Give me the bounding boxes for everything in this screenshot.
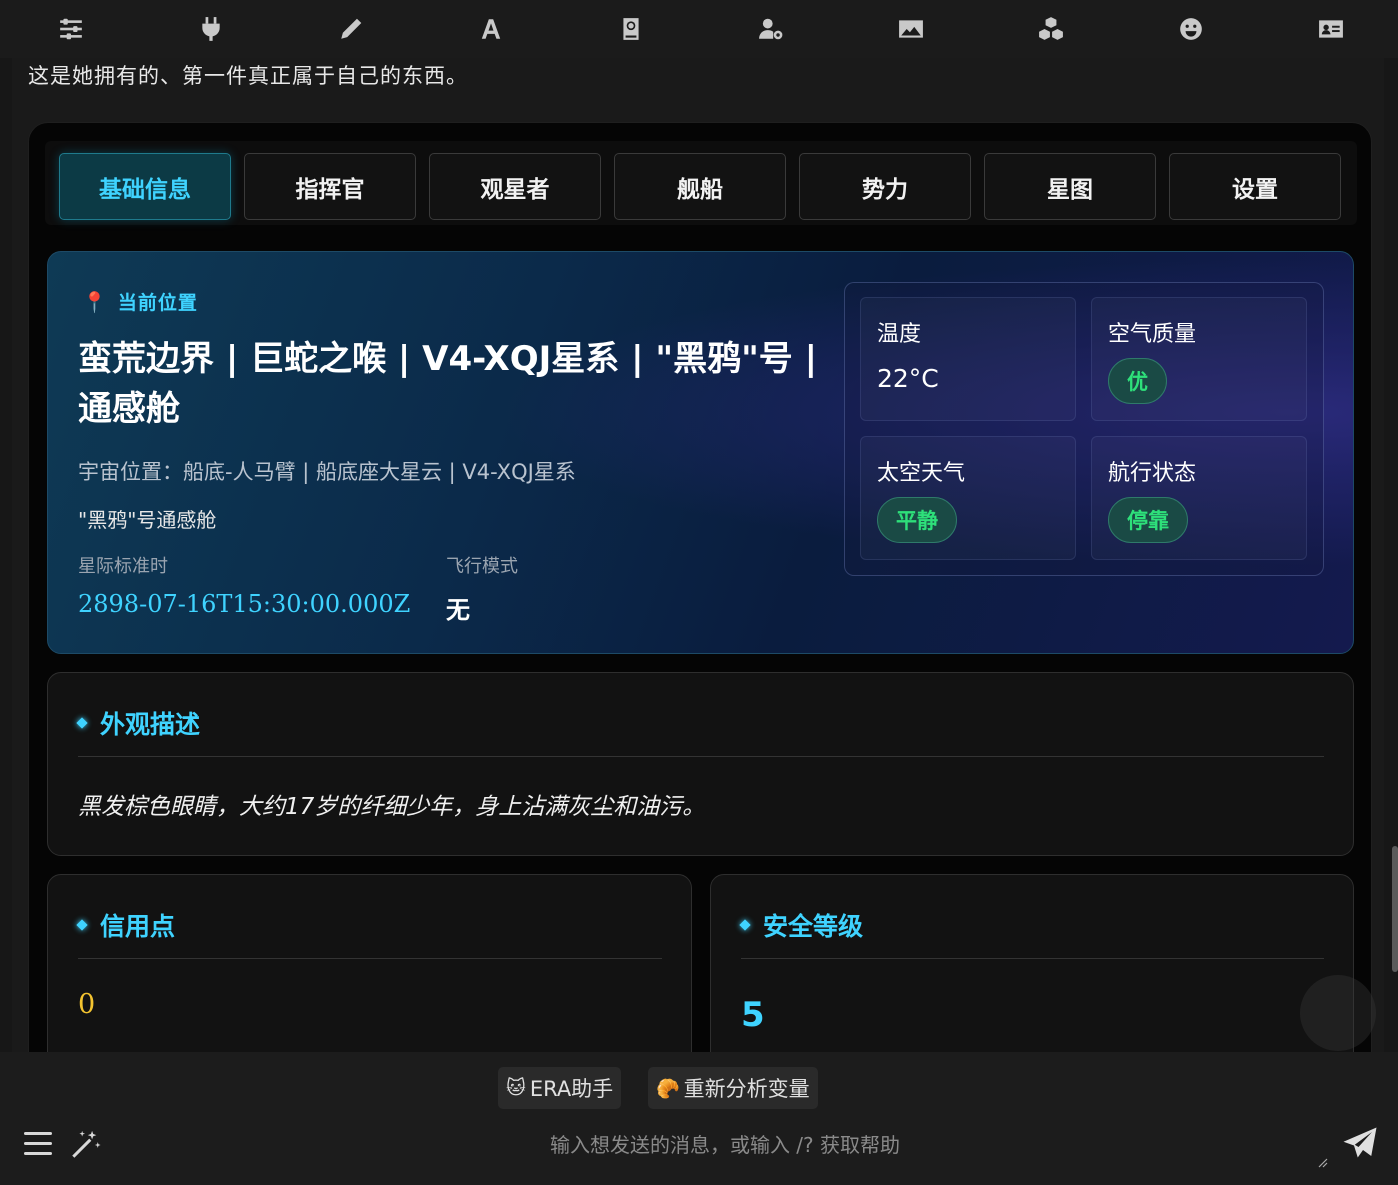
status-panel: 基础信息 指挥官 观星者 舰船 势力 星图 设置 📍 当前位置 蛮荒边界 | 巨… — [28, 122, 1372, 1052]
croissant-icon: 🥐 — [656, 1077, 680, 1100]
smile-icon[interactable] — [1176, 14, 1206, 44]
reanalyze-variables-button[interactable]: 🥐 重新分析变量 — [648, 1067, 818, 1109]
time-value: 2898-07-16T15:30:00.000Z — [78, 590, 411, 618]
tab-bar: 基础信息 指挥官 观星者 舰船 势力 星图 设置 — [45, 141, 1357, 225]
cubes-icon[interactable] — [1036, 14, 1066, 44]
cat-icon: 🐱 — [506, 1077, 526, 1099]
diamond-icon — [76, 717, 88, 729]
space-weather-label: 太空天气 — [877, 461, 966, 486]
space-weather-cell: 太空天气 平静 — [860, 436, 1076, 560]
diamond-icon — [739, 919, 751, 931]
appearance-text: 黑发棕色眼睛，大约17岁的纤细少年，身上沾满灰尘和油污。 — [78, 794, 706, 820]
image-icon[interactable] — [896, 14, 926, 44]
tab-commander[interactable]: 指挥官 — [244, 153, 416, 220]
environment-grid: 温度 22°C 空气质量 优 太空天气 平静 航行状态 停靠 — [844, 282, 1324, 576]
appearance-card: 外观描述 黑发棕色眼睛，大约17岁的纤细少年，身上沾满灰尘和油污。 — [47, 672, 1354, 856]
resize-handle-icon[interactable] — [1316, 1156, 1328, 1168]
id-card-icon[interactable] — [1316, 14, 1346, 44]
floating-button[interactable] — [1300, 975, 1376, 1051]
location-label-text: 当前位置 — [117, 292, 198, 314]
reanalyze-variables-label: 重新分析变量 — [683, 1077, 810, 1101]
safety-card: 安全等级 5 — [710, 874, 1354, 1052]
map-pin-icon: 📍 — [82, 289, 108, 314]
credits-card: 信用点 0 — [47, 874, 692, 1052]
menu-icon[interactable] — [24, 1132, 52, 1156]
credits-value: 0 — [78, 989, 96, 1020]
flight-mode-label: 飞行模式 — [446, 556, 518, 577]
appearance-header: 外观描述 — [76, 705, 201, 741]
safety-value: 5 — [741, 995, 765, 1035]
magic-wand-icon[interactable] — [68, 1128, 102, 1162]
message-text: 这是她拥有的、第一件真正属于自己的东西。 — [28, 64, 468, 88]
font-icon[interactable] — [476, 14, 506, 44]
tab-stargazer[interactable]: 观星者 — [429, 153, 601, 220]
nav-status-badge: 停靠 — [1108, 497, 1188, 543]
divider — [78, 756, 1324, 757]
era-assistant-label: ERA助手 — [529, 1077, 614, 1101]
space-weather-badge: 平静 — [877, 497, 957, 543]
send-icon[interactable] — [1342, 1126, 1378, 1162]
safety-title: 安全等级 — [763, 912, 864, 941]
location-label: 📍 当前位置 — [82, 288, 198, 315]
book-icon[interactable] — [616, 14, 646, 44]
flight-mode-value: 无 — [446, 596, 470, 624]
chat-area: 这是她拥有的、第一件真正属于自己的东西。 基础信息 指挥官 观星者 舰船 势力 … — [12, 58, 1384, 1052]
sliders-icon[interactable] — [56, 14, 86, 44]
air-quality-cell: 空气质量 优 — [1091, 297, 1307, 421]
tab-ship[interactable]: 舰船 — [614, 153, 786, 220]
air-quality-badge: 优 — [1108, 358, 1167, 404]
temperature-label: 温度 — [877, 322, 922, 347]
credits-title: 信用点 — [100, 912, 176, 941]
composer-bar: 🐱 ERA助手 🥐 重新分析变量 — [0, 1052, 1398, 1185]
location-title: 蛮荒边界 | 巨蛇之喉 | V4-XQJ星系 | "黑鸦"号 | 通感舱 — [78, 339, 818, 429]
nav-status-label: 航行状态 — [1108, 461, 1197, 486]
air-quality-label: 空气质量 — [1108, 322, 1197, 347]
location-card: 📍 当前位置 蛮荒边界 | 巨蛇之喉 | V4-XQJ星系 | "黑鸦"号 | … — [47, 251, 1354, 654]
time-label: 星际标准时 — [78, 556, 168, 577]
era-assistant-button[interactable]: 🐱 ERA助手 — [498, 1067, 622, 1109]
diamond-icon — [76, 919, 88, 931]
chat-scrollbar[interactable] — [1392, 846, 1398, 972]
nav-status-cell: 航行状态 停靠 — [1091, 436, 1307, 560]
temperature-cell: 温度 22°C — [860, 297, 1076, 421]
divider — [78, 958, 662, 959]
tab-faction[interactable]: 势力 — [799, 153, 971, 220]
top-toolbar — [0, 0, 1398, 58]
temperature-value: 22°C — [877, 364, 939, 393]
safety-header: 安全等级 — [739, 907, 864, 943]
user-gear-icon[interactable] — [756, 14, 786, 44]
credits-header: 信用点 — [76, 907, 176, 943]
cabin-name: "黑鸦"号通感舱 — [78, 508, 217, 532]
tab-basic-info[interactable]: 基础信息 — [59, 153, 231, 220]
plug-icon[interactable] — [196, 14, 226, 44]
tab-star-map[interactable]: 星图 — [984, 153, 1156, 220]
pencil-icon[interactable] — [336, 14, 366, 44]
cosmic-position: 宇宙位置：船底-人马臂 | 船底座大星云 | V4-XQJ星系 — [78, 460, 576, 484]
appearance-title: 外观描述 — [100, 710, 201, 739]
tab-settings[interactable]: 设置 — [1169, 153, 1341, 220]
divider — [741, 958, 1324, 959]
message-input[interactable] — [120, 1124, 1330, 1166]
